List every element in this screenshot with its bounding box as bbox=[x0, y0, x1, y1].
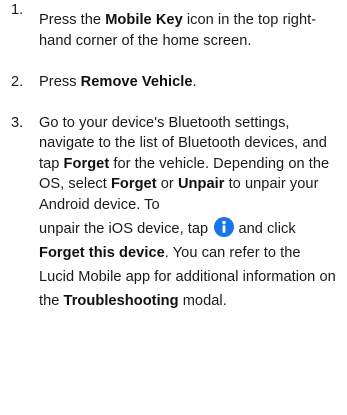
forget-label: Forget bbox=[110, 176, 157, 192]
instruction-steps: 1. Press the Mobile Key icon in the top … bbox=[0, 0, 347, 313]
step-paragraph: unpair the iOS device, tap and click For… bbox=[39, 217, 339, 313]
forget-this-device-label: Forget this device bbox=[39, 245, 165, 261]
step-text: modal. bbox=[178, 293, 227, 309]
remove-vehicle-label: Remove Vehicle bbox=[80, 74, 193, 90]
info-icon[interactable] bbox=[214, 217, 235, 237]
step-text: . bbox=[192, 74, 197, 90]
step-text: unpair the iOS device, tap bbox=[39, 221, 213, 237]
step-text: and click bbox=[234, 221, 296, 237]
forget-label: Forget bbox=[63, 155, 110, 172]
step-number: 2. bbox=[11, 74, 24, 90]
step-text: Press bbox=[39, 74, 81, 90]
mobile-key-label: Mobile Key bbox=[105, 12, 183, 28]
step-3: 3. Go to your device's Bluetooth setting… bbox=[0, 113, 347, 314]
step-text: or bbox=[156, 176, 178, 192]
step-text: Press the bbox=[39, 12, 106, 28]
step-number: 1. bbox=[11, 2, 24, 18]
unpair-label: Unpair bbox=[177, 176, 225, 192]
step-paragraph: Go to your device's Bluetooth settings, … bbox=[39, 113, 339, 216]
step-1: 1. Press the Mobile Key icon in the top … bbox=[0, 0, 347, 51]
step-2: 2. Press Remove Vehicle. bbox=[0, 72, 347, 93]
step-number: 3. bbox=[11, 114, 24, 131]
troubleshooting-label: Troubleshooting bbox=[63, 293, 179, 309]
